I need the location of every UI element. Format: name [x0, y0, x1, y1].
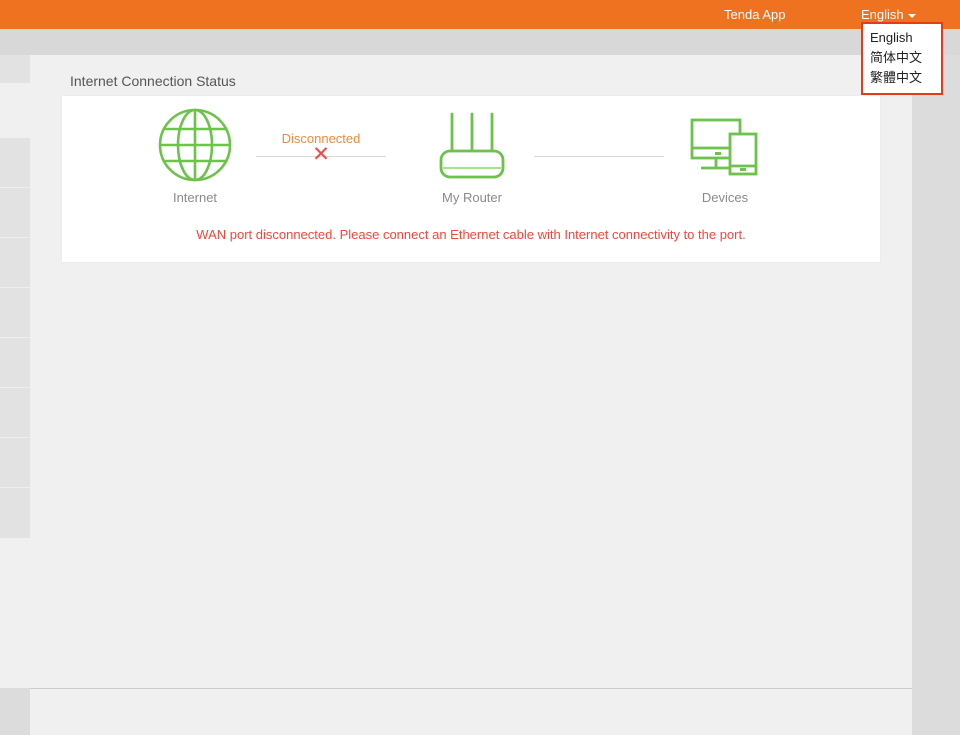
sidebar-item-7[interactable]	[0, 438, 30, 488]
internet-node: Internet	[125, 104, 265, 205]
devices-node-label: Devices	[701, 190, 749, 205]
network-topology-diagram: Internet Disconnected ✕ My Router Device…	[62, 104, 880, 226]
internet-node-label: Internet	[172, 190, 218, 205]
main-content-panel: Internet Connection Status Internet Disc…	[30, 55, 912, 688]
sidebar-nav	[0, 55, 30, 688]
content-footer	[30, 689, 912, 735]
sidebar-item-3[interactable]	[0, 238, 30, 288]
sidebar-header	[0, 55, 30, 83]
page-title: Internet Connection Status	[70, 73, 236, 89]
router-node-label: My Router	[442, 190, 502, 205]
sidebar-item-8[interactable]	[0, 488, 30, 538]
sidebar-item-4[interactable]	[0, 288, 30, 338]
top-bar-inner: Tenda App English	[0, 0, 960, 29]
sidebar-spacer	[0, 83, 30, 138]
language-dropdown-menu[interactable]: English 简体中文 繁體中文	[861, 22, 943, 95]
sidebar-item-5[interactable]	[0, 338, 30, 388]
content-divider	[30, 688, 912, 689]
top-bar: Tenda App English	[0, 0, 960, 29]
chevron-down-icon	[907, 13, 916, 18]
tenda-app-link[interactable]: Tenda App	[724, 0, 785, 29]
disconnected-x-icon: ✕	[312, 143, 330, 166]
devices-icon	[655, 104, 795, 186]
devices-node: Devices	[655, 104, 795, 205]
router-node: My Router	[402, 104, 542, 205]
internet-connection-status-card: Internet Disconnected ✕ My Router Device…	[61, 95, 881, 263]
sidebar-item-6[interactable]	[0, 388, 30, 438]
language-option-traditional-chinese[interactable]: 繁體中文	[863, 68, 941, 88]
language-option-english[interactable]: English	[863, 28, 941, 48]
language-selector-label: English	[861, 7, 904, 22]
error-message: WAN port disconnected. Please connect an…	[196, 227, 746, 242]
language-option-simplified-chinese[interactable]: 简体中文	[863, 48, 941, 68]
sidebar-item-2[interactable]	[0, 188, 30, 238]
header-band	[0, 29, 960, 55]
sidebar-item-1[interactable]	[0, 138, 30, 188]
link-line	[534, 156, 664, 157]
router-icon	[402, 104, 542, 186]
globe-icon	[125, 104, 265, 186]
